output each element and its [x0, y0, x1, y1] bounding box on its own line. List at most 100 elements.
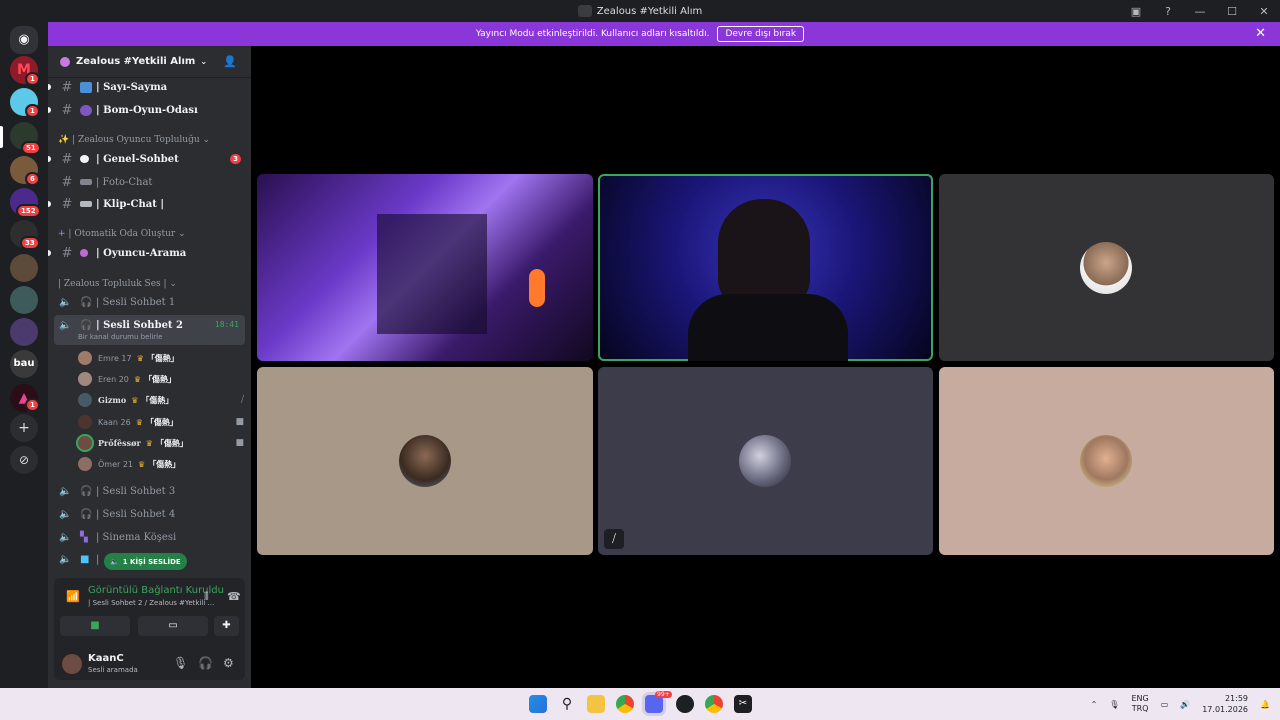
voice-member[interactable]: Kaan 26 ♛ 「傷熱」 ■ [78, 412, 248, 432]
avatar[interactable] [62, 654, 82, 674]
crown-icon: ♛ [135, 417, 143, 427]
add-server-button[interactable]: + [10, 414, 38, 442]
connection-signal-icon[interactable]: 📶 [66, 590, 80, 603]
channel-oyuncu-arama[interactable]: # | Oyuncu-Arama [48, 242, 251, 264]
channel-genel-sohbet[interactable]: # | Genel-Sohbet 3 [48, 148, 251, 170]
notification-icon[interactable]: 🔔 [1260, 700, 1270, 709]
activities-button[interactable]: ✚ [214, 616, 239, 636]
search-icon[interactable]: ⚲ [558, 695, 576, 713]
server-rail: ◉ M 1 1 51 6 152 33 bau ▲ 1 + ⊘ [0, 22, 48, 688]
disconnect-icon[interactable]: ☎ [227, 590, 241, 603]
settings-gear-icon[interactable]: ⚙ [223, 656, 234, 670]
server-icon-person[interactable] [10, 254, 38, 282]
channel-bom-oyun-odasi[interactable]: # | Bom-Oyun-Odası [48, 99, 251, 121]
video-tile-speaker[interactable] [598, 174, 933, 361]
avatar [78, 415, 92, 429]
chrome-icon[interactable] [616, 695, 634, 713]
steam-icon[interactable] [676, 695, 694, 713]
speech-bubble-icon [80, 155, 89, 163]
username[interactable]: KaanC [88, 653, 124, 664]
language-indicator[interactable]: ENG TRQ [1131, 694, 1148, 714]
unread-indicator [48, 250, 51, 256]
video-tile-avatar-1[interactable] [939, 174, 1274, 361]
server-icon-bau[interactable]: bau [10, 350, 38, 378]
channel-klip-chat[interactable]: # | Klip-Chat | [48, 193, 251, 215]
connection-channel[interactable]: | Sesli Sohbet 2 / Zealous #Yetkili ... [88, 599, 214, 607]
capcut-icon[interactable]: ✂ [734, 695, 752, 713]
voice-member[interactable]: Eren 20 ♛ 「傷熱」 [78, 369, 248, 389]
voice-member[interactable]: Gizmo ♛ 「傷熱」 ⧸ [78, 390, 248, 410]
voice-member[interactable]: Emre 17 ♛ 「傷熱」 [78, 348, 248, 368]
category-label: | Zealous Oyuncu Topluluğu [72, 135, 200, 145]
member-tag: 「傷熱」 [148, 459, 181, 469]
window-title: Zealous #Yetkili Alım [577, 5, 702, 17]
banner-close-icon[interactable]: ✕ [1255, 26, 1266, 41]
server-header[interactable]: Zealous #Yetkili Alım ⌄ 👤 [48, 46, 251, 78]
headphones-icon[interactable]: 🎧 [198, 656, 213, 670]
camera-button[interactable]: ■ [60, 616, 130, 636]
channel-sayi-sayma[interactable]: # | Sayı-Sayma [48, 76, 251, 98]
channel-foto-chat[interactable]: # | Foto-Chat [48, 171, 251, 193]
server-icon-anime[interactable] [10, 318, 38, 346]
channel-label: | Klip-Chat | [96, 198, 164, 210]
video-tile-avatar-4[interactable] [939, 367, 1274, 555]
avatar [78, 372, 92, 386]
speaker-icon: 🔈 [59, 297, 72, 308]
video-tile-avatar-2[interactable] [257, 367, 593, 555]
in-voice-pill[interactable]: 🔈 1 KİŞİ SESLİDE [104, 553, 187, 570]
volume-icon[interactable]: 🔊 [1180, 700, 1190, 709]
chevron-up-icon[interactable]: ⌃ [1091, 700, 1098, 709]
server-icon-joker[interactable] [10, 286, 38, 314]
inbox-icon[interactable]: ▣ [1120, 5, 1152, 18]
voice-channel-label: | Sesli Sohbet 3 [96, 486, 176, 497]
voice-member[interactable]: Ömer 21 ♛ 「傷熱」 [78, 454, 248, 474]
minimize-button[interactable]: — [1184, 5, 1216, 18]
server-badge: 152 [16, 204, 41, 218]
video-tile-room[interactable] [257, 174, 593, 361]
category-topluluk-ses[interactable]: | Zealous Topluluk Ses | ⌄ [58, 279, 177, 289]
chrome-icon[interactable] [705, 695, 723, 713]
voice-channel-sesli-sohbet-4[interactable]: 🔈 🎧 | Sesli Sohbet 4 [54, 504, 245, 526]
close-window-button[interactable]: ✕ [1248, 5, 1280, 18]
microphone-icon[interactable]: 🎙 [1109, 700, 1119, 709]
screen-share-button[interactable]: ▭ [138, 616, 208, 636]
voice-channel-sesli-sohbet-3[interactable]: 🔈 🎧 | Sesli Sohbet 3 [54, 481, 245, 503]
clock[interactable]: 21:59 17.01.2026 [1202, 693, 1248, 715]
window-controls: ▣ ? — ☐ ✕ [1120, 0, 1280, 22]
disable-streamer-mode-button[interactable]: Devre dışı bırak [717, 26, 805, 42]
channel-status-text[interactable]: Bir kanal durumu belirle [78, 333, 162, 341]
avatar [78, 457, 92, 471]
category-label: | Otomatik Oda Oluştur [68, 229, 176, 239]
server-badge: 1 [25, 398, 40, 412]
member-name: Kaan 26 [98, 417, 131, 427]
voice-channel-sinema-kosesi[interactable]: 🔈 ▚ | Sinema Köşesi [54, 527, 245, 549]
discord-badge: 99+ [655, 691, 672, 698]
chevron-down-icon: ⌄ [200, 57, 208, 66]
muted-icon: ⧸ [604, 529, 624, 549]
camera-icon: ■ [235, 417, 244, 427]
speaker-icon: 🔈 [59, 509, 72, 520]
discover-servers-button[interactable]: ⊘ [10, 446, 38, 474]
windows-taskbar: ⚲ 99+ ✂ ⌃ 🎙 ENG TRQ ▭ 🔊 21:59 17.01.2026… [0, 688, 1280, 720]
video-tile-avatar-3[interactable]: ⧸ [598, 367, 933, 555]
noise-suppression-icon[interactable]: ⦀ [204, 590, 209, 604]
invite-people-icon[interactable]: 👤 [223, 55, 237, 68]
voice-channel-sesli-sohbet-2[interactable]: 🔈 🎧 | Sesli Sohbet 2 18:41 Bir kanal dur… [54, 315, 245, 345]
discord-home-button[interactable]: ◉ [10, 26, 38, 54]
network-icon[interactable]: ▭ [1161, 700, 1169, 709]
language-top: ENG [1131, 694, 1149, 703]
category-otomatik-oda[interactable]: + | Otomatik Oda Oluştur ⌄ [58, 229, 186, 239]
in-voice-pill-text: 1 KİŞİ SESLİDE [122, 557, 181, 566]
help-icon[interactable]: ? [1152, 5, 1184, 18]
microphone-icon[interactable]: 🎙 [173, 656, 188, 670]
voice-channel-label: | Sesli Sohbet 2 [96, 320, 183, 331]
maximize-button[interactable]: ☐ [1216, 5, 1248, 18]
category-oyuncu-toplulugu[interactable]: ✨ | Zealous Oyuncu Topluluğu ⌄ [58, 135, 210, 145]
member-name: Prőfêssør [98, 438, 141, 448]
voice-member[interactable]: Prőfêssør ♛ 「傷熱」 ■ [78, 433, 248, 453]
member-tag: 「傷熱」 [145, 417, 178, 427]
start-icon[interactable] [529, 695, 547, 713]
file-explorer-icon[interactable] [587, 695, 605, 713]
voice-channel-sesli-sohbet-1[interactable]: 🔈 🎧 | Sesli Sohbet 1 [54, 292, 245, 314]
crown-icon: ♛ [145, 438, 153, 448]
